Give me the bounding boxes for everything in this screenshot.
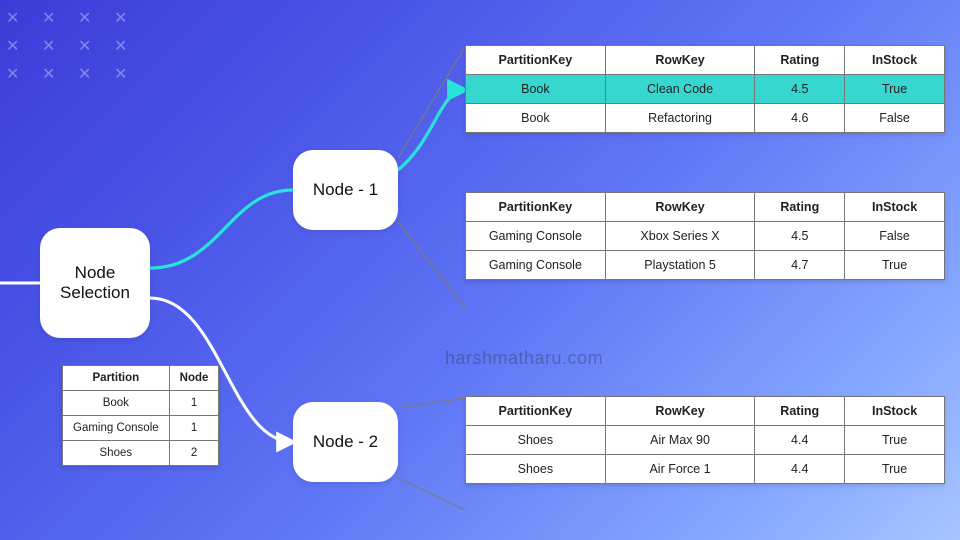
data-table-3: PartitionKey RowKey Rating InStock Shoes… [465,396,945,484]
table-row: Book1 [63,391,219,416]
table-row: Shoes2 [63,441,219,466]
table-header-row: PartitionKey RowKey Rating InStock [466,397,945,426]
partition-map-table: Partition Node Book1 Gaming Console1 Sho… [62,365,219,466]
node-1-label: Node - 1 [313,180,378,200]
table-row: Gaming Console Xbox Series X 4.5 False [466,222,945,251]
table-header-row: PartitionKey RowKey Rating InStock [466,193,945,222]
node-2-card: Node - 2 [293,402,398,482]
table-header-row: PartitionKey RowKey Rating InStock [466,46,945,75]
table-row-highlighted: Book Clean Code 4.5 True [466,75,945,104]
watermark-text: harshmatharu.com [445,348,603,369]
table-row: Book Refactoring 4.6 False [466,104,945,133]
node-selection-label: Node Selection [52,263,138,303]
table-row: Gaming Console Playstation 5 4.7 True [466,251,945,280]
table-row: Gaming Console1 [63,416,219,441]
table-header-row: Partition Node [63,366,219,391]
node-2-label: Node - 2 [313,432,378,452]
node-selection-card: Node Selection [40,228,150,338]
data-table-2: PartitionKey RowKey Rating InStock Gamin… [465,192,945,280]
decorative-x-grid: ✕✕✕✕ ✕✕✕✕ ✕✕✕✕ [6,8,150,92]
col-node: Node [169,366,219,391]
col-partition: Partition [63,366,170,391]
data-table-1: PartitionKey RowKey Rating InStock Book … [465,45,945,133]
table-row: Shoes Air Force 1 4.4 True [466,455,945,484]
node-1-card: Node - 1 [293,150,398,230]
table-row: Shoes Air Max 90 4.4 True [466,426,945,455]
